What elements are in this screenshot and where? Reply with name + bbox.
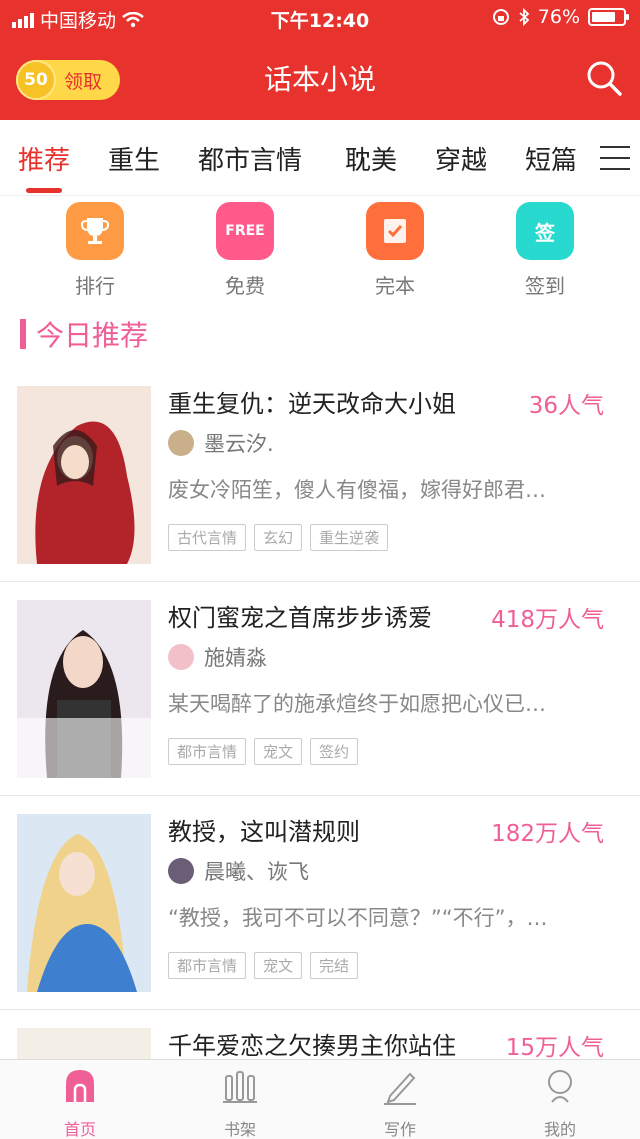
profile-icon bbox=[548, 1070, 572, 1103]
status-bar: 中国移动 下午12:40 76% bbox=[0, 0, 640, 36]
author-name: 墨云汐. bbox=[204, 432, 274, 456]
author-name: 晨曦、诙飞 bbox=[204, 860, 309, 884]
bottom-navigation: 首页 书架 写作 我的 bbox=[0, 1059, 640, 1139]
book-title[interactable]: 权门蜜宠之首席步步诱爱 bbox=[168, 598, 432, 633]
book-tag[interactable]: 古代言情 bbox=[168, 524, 247, 551]
book-list-item[interactable]: 重生复仇：逆天改命大小姐 36人气 墨云汐. 废女冷陌笙，傻人有傻福，嫁得好郎君… bbox=[0, 368, 640, 582]
checkin-label: 签到 bbox=[525, 274, 565, 298]
section-title: 今日推荐 bbox=[36, 319, 149, 352]
checkin-entry[interactable]: 签 签到 bbox=[495, 202, 595, 299]
home-icon bbox=[66, 1070, 94, 1102]
tab-short-stories[interactable]: 短篇 bbox=[525, 140, 577, 177]
author-name: 施婧淼 bbox=[204, 646, 267, 670]
section-accent-bar bbox=[20, 319, 26, 349]
free-entry[interactable]: FREE 免费 bbox=[195, 202, 295, 299]
book-tag[interactable]: 都市言情 bbox=[168, 952, 247, 979]
book-description: “教授，我可不可以不同意？”“不行”，… bbox=[168, 906, 548, 930]
author-avatar bbox=[168, 858, 194, 884]
book-title[interactable]: 教授，这叫潜规则 bbox=[168, 812, 360, 847]
tab-recommend[interactable]: 推荐 bbox=[18, 140, 70, 177]
quick-entries: 排行 FREE 免费 完本 签 签到 bbox=[0, 196, 640, 306]
author-avatar bbox=[168, 430, 194, 456]
book-tags: 都市言情 宠文 完结 bbox=[168, 952, 359, 979]
ranking-label: 排行 bbox=[75, 274, 115, 298]
book-tag[interactable]: 宠文 bbox=[254, 738, 303, 765]
completed-label: 完本 bbox=[375, 274, 415, 298]
book-author: 墨云汐. bbox=[168, 428, 274, 458]
author-avatar bbox=[168, 644, 194, 670]
book-tags: 都市言情 宠文 签约 bbox=[168, 738, 359, 765]
nav-write-label: 写作 bbox=[383, 1120, 416, 1139]
app-title: 话本小说 bbox=[263, 63, 376, 96]
complete-icon bbox=[366, 202, 424, 260]
free-icon: FREE bbox=[216, 202, 274, 260]
book-title[interactable]: 重生复仇：逆天改命大小姐 bbox=[168, 384, 456, 419]
battery-percent: 76% bbox=[537, 6, 580, 28]
book-popularity: 36人气 bbox=[528, 393, 604, 419]
book-author: 施婧淼 bbox=[168, 642, 267, 672]
search-icon[interactable] bbox=[584, 58, 624, 98]
trophy-icon bbox=[66, 202, 124, 260]
book-tag[interactable]: 签约 bbox=[310, 738, 359, 765]
book-popularity: 15万人气 bbox=[505, 1035, 604, 1061]
book-description: 废女冷陌笙，傻人有傻福，嫁得好郎君… bbox=[168, 478, 546, 502]
tab-time-travel[interactable]: 穿越 bbox=[435, 140, 487, 177]
book-popularity: 182万人气 bbox=[491, 821, 604, 847]
book-tag[interactable]: 完结 bbox=[310, 952, 359, 979]
book-tag[interactable]: 玄幻 bbox=[254, 524, 303, 551]
nav-home-label: 首页 bbox=[63, 1120, 96, 1139]
bluetooth-icon bbox=[519, 8, 530, 26]
nav-profile[interactable]: 我的 bbox=[500, 1066, 620, 1139]
book-tag[interactable]: 都市言情 bbox=[168, 738, 247, 765]
book-cover[interactable] bbox=[17, 386, 151, 564]
book-description: 某天喝醉了的施承煊终于如愿把心仪已… bbox=[168, 692, 546, 716]
book-tag[interactable]: 宠文 bbox=[254, 952, 303, 979]
book-list-item[interactable]: 教授，这叫潜规则 182万人气 晨曦、诙飞 “教授，我可不可以不同意？”“不行”… bbox=[0, 796, 640, 1010]
book-cover[interactable] bbox=[17, 814, 151, 992]
top-bar: 中国移动 下午12:40 76% 50 领取 话本小说 bbox=[0, 0, 640, 120]
book-title[interactable]: 千年爱恋之欠揍男主你站住 bbox=[168, 1026, 456, 1061]
category-menu-icon[interactable] bbox=[600, 146, 630, 172]
checkin-icon: 签 bbox=[516, 202, 574, 260]
battery-icon bbox=[588, 8, 629, 26]
active-tab-indicator bbox=[26, 188, 62, 193]
tab-urban-romance[interactable]: 都市言情 bbox=[198, 140, 302, 177]
section-heading: 今日推荐 bbox=[20, 316, 148, 352]
book-cover[interactable] bbox=[17, 600, 151, 778]
tab-rebirth[interactable]: 重生 bbox=[108, 140, 160, 177]
free-label: 免费 bbox=[225, 274, 265, 298]
book-list-item[interactable]: 权门蜜宠之首席步步诱爱 418万人气 施婧淼 某天喝醉了的施承煊终于如愿把心仪已… bbox=[0, 582, 640, 796]
pen-icon bbox=[384, 1072, 416, 1105]
book-tags: 古代言情 玄幻 重生逆袭 bbox=[168, 524, 389, 551]
book-author: 晨曦、诙飞 bbox=[168, 856, 309, 886]
tab-danmei[interactable]: 耽美 bbox=[345, 140, 397, 177]
app-header: 50 领取 话本小说 bbox=[0, 36, 640, 120]
completed-entry[interactable]: 完本 bbox=[345, 202, 445, 299]
rotation-lock-icon bbox=[492, 9, 509, 25]
nav-profile-label: 我的 bbox=[543, 1120, 576, 1139]
nav-home[interactable]: 首页 bbox=[20, 1066, 140, 1139]
nav-write[interactable]: 写作 bbox=[340, 1066, 460, 1139]
ranking-entry[interactable]: 排行 bbox=[45, 202, 145, 299]
book-tag[interactable]: 重生逆袭 bbox=[310, 524, 389, 551]
category-tabs: 推荐 重生 都市言情 耽美 穿越 短篇 bbox=[0, 120, 640, 196]
book-popularity: 418万人气 bbox=[491, 607, 604, 633]
nav-bookshelf-label: 书架 bbox=[223, 1120, 256, 1139]
bookshelf-icon bbox=[223, 1071, 257, 1103]
nav-bookshelf[interactable]: 书架 bbox=[180, 1066, 300, 1139]
